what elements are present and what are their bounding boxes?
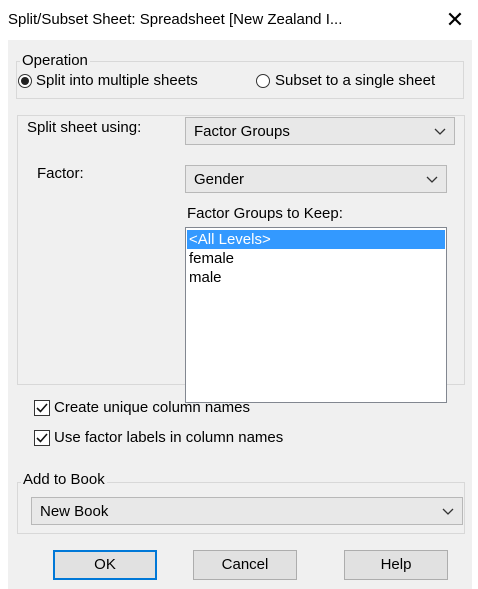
close-icon[interactable]: ✕ (440, 7, 470, 32)
add-to-book-legend: Add to Book (21, 471, 107, 488)
radio-selected-dot (21, 77, 29, 85)
dialog-client-area: Operation Split into multiple sheets Sub… (8, 40, 472, 589)
factor-label: Factor: (37, 165, 84, 182)
title-bar: Split/Subset Sheet: Spreadsheet [New Zea… (0, 0, 478, 40)
list-item[interactable]: <All Levels> (187, 230, 445, 249)
split-radio-label[interactable]: Split into multiple sheets (36, 72, 198, 89)
add-to-book-value: New Book (40, 503, 109, 520)
factor-combo[interactable]: Gender (185, 165, 447, 193)
split-radio[interactable] (18, 74, 32, 88)
checkmark-icon (36, 433, 48, 443)
window-title: Split/Subset Sheet: Spreadsheet [New Zea… (8, 11, 343, 28)
help-button[interactable]: Help (344, 550, 448, 580)
keep-label: Factor Groups to Keep: (187, 205, 343, 222)
split-using-combo[interactable]: Factor Groups (185, 117, 455, 145)
operation-legend: Operation (20, 52, 90, 69)
split-using-label: Split sheet using: (27, 119, 142, 136)
factor-groups-listbox[interactable]: <All Levels> female male (185, 227, 447, 403)
subset-radio[interactable] (256, 74, 270, 88)
chevron-down-icon (426, 176, 438, 183)
split-using-value: Factor Groups (194, 123, 290, 140)
factor-value: Gender (194, 171, 245, 188)
subset-radio-label[interactable]: Subset to a single sheet (275, 72, 435, 89)
chevron-down-icon (434, 128, 446, 135)
add-to-book-combo[interactable]: New Book (31, 497, 463, 525)
factor-labels-label[interactable]: Use factor labels in column names (54, 429, 283, 446)
unique-names-label[interactable]: Create unique column names (54, 399, 250, 416)
list-item[interactable]: female (187, 249, 445, 268)
factor-labels-checkbox[interactable] (34, 430, 50, 446)
list-item[interactable]: male (187, 268, 445, 287)
chevron-down-icon (442, 508, 454, 515)
cancel-button[interactable]: Cancel (193, 550, 297, 580)
unique-names-checkbox[interactable] (34, 400, 50, 416)
checkmark-icon (36, 403, 48, 413)
ok-button[interactable]: OK (53, 550, 157, 580)
